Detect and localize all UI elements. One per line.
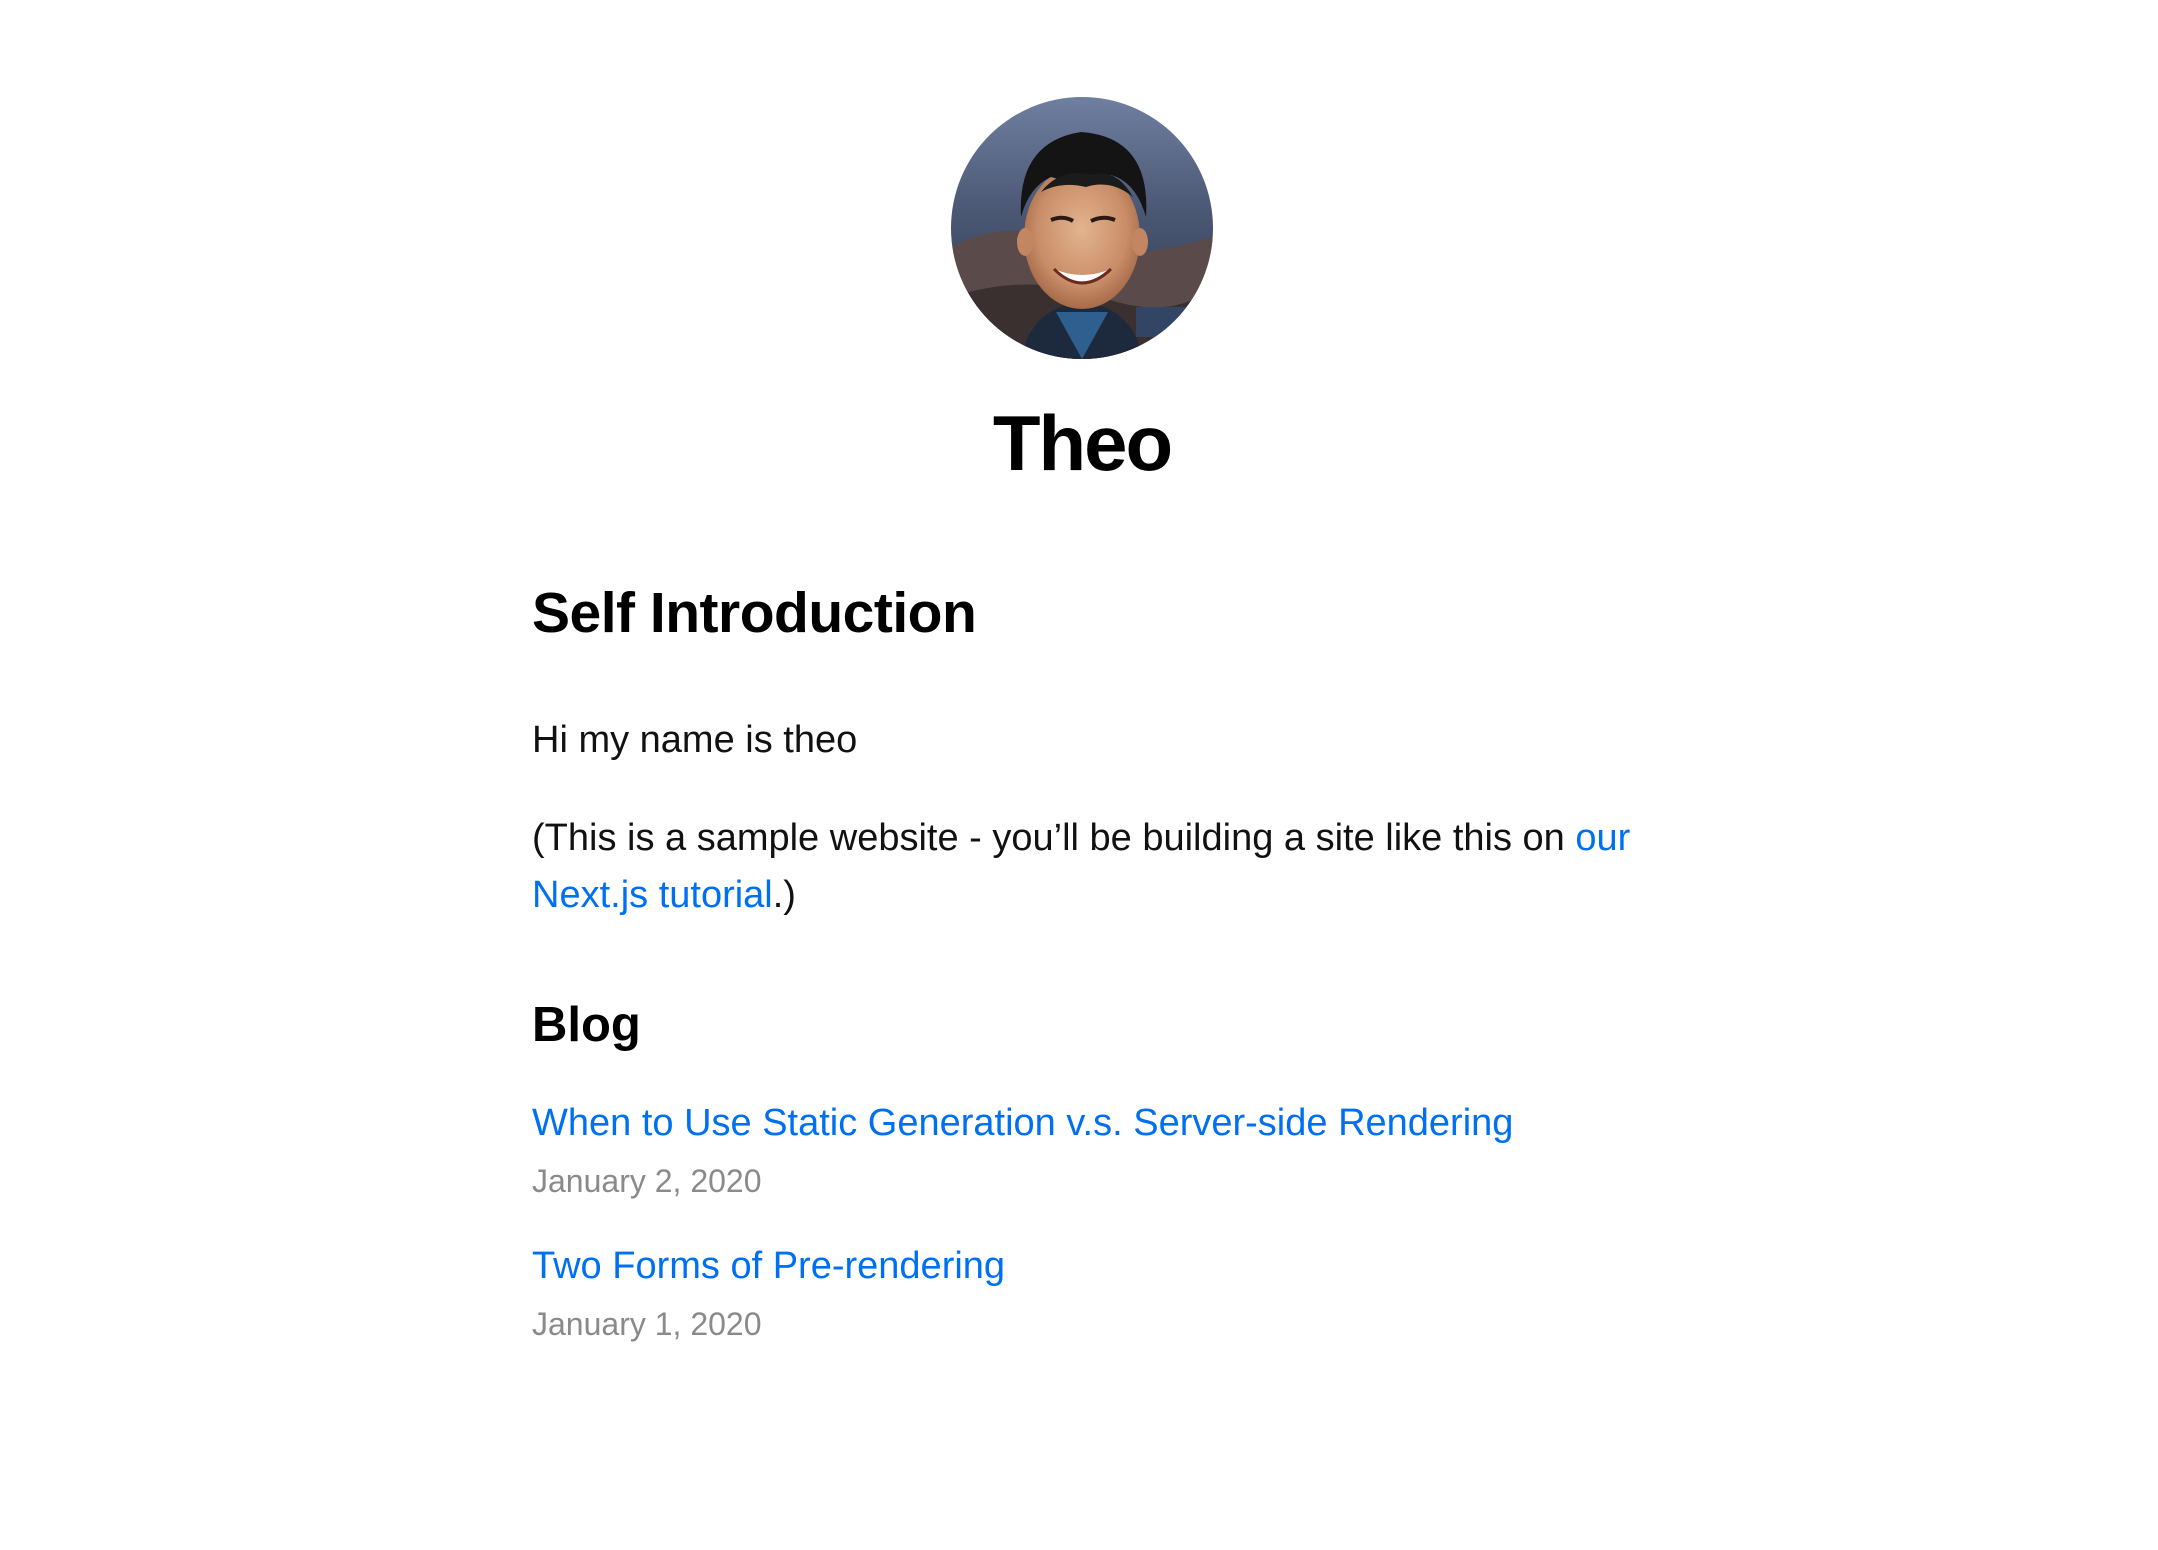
- list-item: Two Forms of Pre-rendering January 1, 20…: [532, 1238, 1632, 1349]
- avatar-photo: [951, 97, 1213, 359]
- avatar: [951, 97, 1213, 359]
- blog-post-link[interactable]: When to Use Static Generation v.s. Serve…: [532, 1095, 1513, 1152]
- self-introduction-heading: Self Introduction: [532, 581, 977, 645]
- note-suffix: .): [772, 874, 796, 916]
- greeting-text: Hi my name is theo: [532, 719, 858, 761]
- tutorial-note: (This is a sample website - you’ll be bu…: [532, 810, 1632, 924]
- post-date: January 2, 2020: [532, 1163, 762, 1199]
- site-header: Theo: [532, 97, 1632, 487]
- blog-post-link[interactable]: Two Forms of Pre-rendering: [532, 1238, 1005, 1295]
- post-date: January 1, 2020: [532, 1306, 762, 1342]
- note-prefix: (This is a sample website - you’ll be bu…: [532, 817, 1576, 859]
- list-item: When to Use Static Generation v.s. Serve…: [532, 1095, 1632, 1206]
- blog-heading: Blog: [532, 998, 641, 1052]
- site-title: Theo: [992, 399, 1173, 487]
- blog-post-list: When to Use Static Generation v.s. Serve…: [532, 1095, 1632, 1381]
